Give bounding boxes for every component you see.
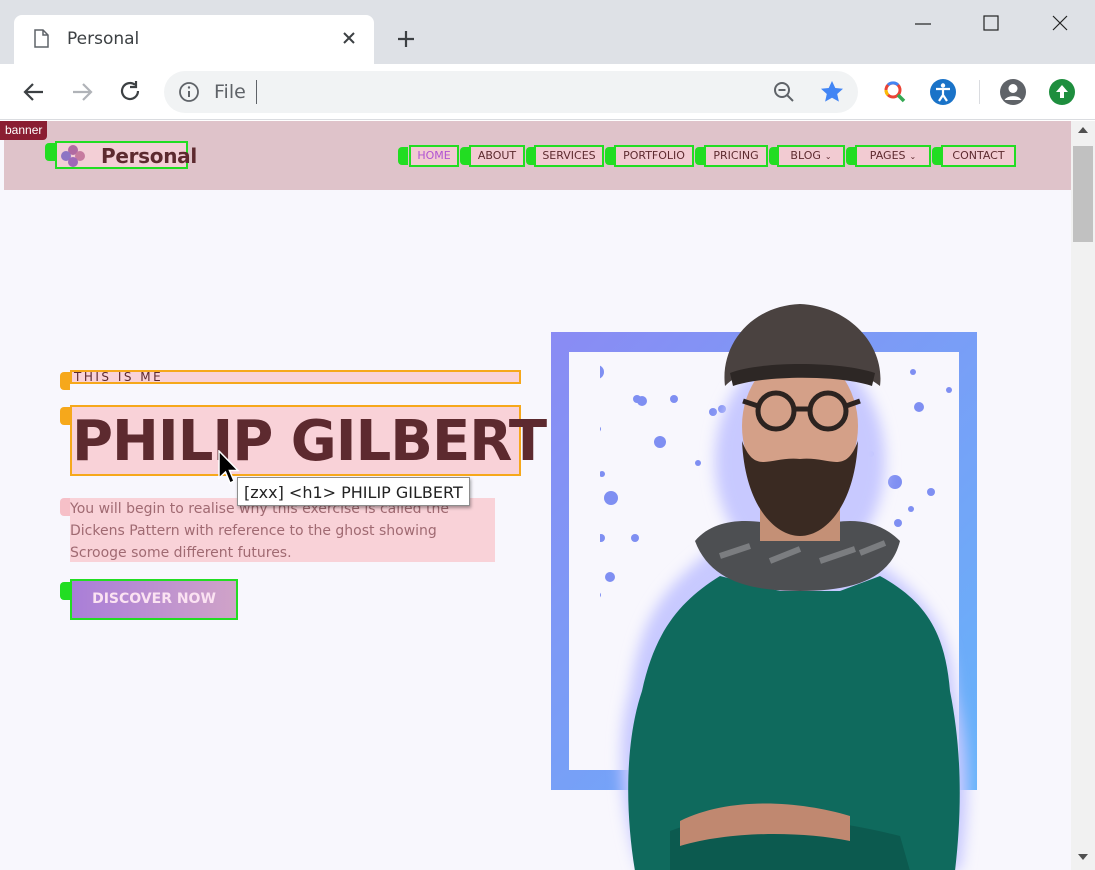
hero-eyebrow: THIS IS ME [74,370,164,384]
minimize-icon[interactable] [909,10,937,38]
profile-icon[interactable] [998,77,1028,107]
nav-pages[interactable]: PAGES ⌄ [855,145,931,167]
site-brand: Personal [101,144,197,168]
hero-heading-box: PHILIP GILBERT [70,405,547,476]
browser-titlebar: Personal [0,0,1095,65]
nav-pricing-label: PRICING [713,149,759,162]
nav-contact-label: CONTACT [952,149,1005,162]
hero-heading: PHILIP GILBERT [72,409,547,474]
toolbar-divider [979,80,980,104]
discover-now-button-outline[interactable]: DISCOVER NOW [70,579,238,620]
nav-pricing[interactable]: PRICING [704,145,768,167]
reload-icon[interactable] [116,78,144,106]
scroll-thumb[interactable] [1073,146,1093,242]
url-text: File [214,81,246,103]
text-caret [256,80,257,104]
chevron-down-icon: ⌄ [824,152,832,161]
hero-description-box: You will begin to realise why this exerc… [70,498,495,562]
nav-about[interactable]: ABOUT [469,145,525,167]
logo-flower-icon [61,145,85,167]
page-icon [34,29,49,48]
browser-toolbar: File [0,64,1095,120]
info-icon[interactable] [178,81,200,103]
scroll-up-icon[interactable] [1078,127,1088,133]
nav-about-label: ABOUT [477,149,517,162]
zoom-out-icon[interactable] [772,80,796,104]
nav-contact[interactable]: CONTACT [941,145,1016,167]
mouse-cursor-icon [218,450,240,485]
back-icon[interactable] [20,78,48,106]
tab-title: Personal [67,29,140,49]
hero-eyebrow-box: THIS IS ME [70,370,521,384]
link-marker [60,582,70,600]
nav-services[interactable]: SERVICES [534,145,604,167]
close-window-icon[interactable] [1046,10,1074,38]
banner-landmark-label: banner [0,121,48,140]
link-marker [45,143,55,161]
chevron-down-icon: ⌄ [909,152,917,161]
nav-blog[interactable]: BLOG ⌄ [777,145,845,167]
page-viewport: banner Personal HOME ABOUT SERVICES PORT… [0,121,1071,870]
scroll-down-icon[interactable] [1078,854,1088,860]
heading-marker [60,407,70,425]
heading-marker [60,372,70,390]
hero-portrait [600,304,967,870]
link-marker [398,147,408,165]
nav-services-label: SERVICES [542,149,596,162]
browser-tab[interactable]: Personal [14,15,374,65]
nav-portfolio[interactable]: PORTFOLIO [614,145,694,167]
nav-home-label: HOME [417,149,451,162]
inspector-tooltip: [zxx] <h1> PHILIP GILBERT [237,477,470,506]
address-bar[interactable]: File [164,71,858,113]
discover-now-button[interactable]: DISCOVER NOW [72,581,236,618]
hero-description: You will begin to realise why this exerc… [70,501,449,561]
text-marker [60,498,70,516]
maximize-icon[interactable] [977,10,1005,38]
accessibility-icon[interactable] [928,77,958,107]
nav-home[interactable]: HOME [409,145,459,167]
lens-extension-icon[interactable] [880,77,910,107]
star-icon[interactable] [819,79,845,105]
update-icon[interactable] [1047,77,1077,107]
page-scrollbar[interactable] [1071,121,1095,870]
nav-blog-label: BLOG [790,149,821,162]
nav-portfolio-label: PORTFOLIO [623,149,685,162]
nav-pages-label: PAGES [869,149,906,162]
close-icon[interactable] [339,28,359,48]
forward-icon[interactable] [68,78,96,106]
plus-icon[interactable] [394,27,418,51]
site-logo-link[interactable]: Personal [55,141,197,169]
